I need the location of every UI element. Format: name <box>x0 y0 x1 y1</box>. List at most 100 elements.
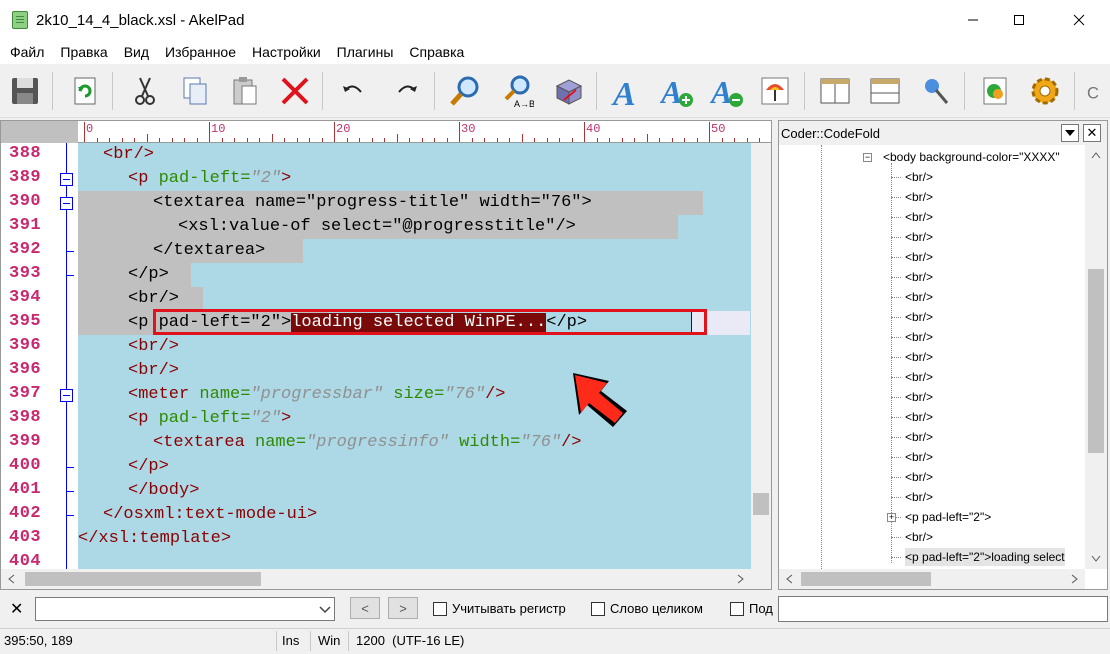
tree-node[interactable]: <br/> <box>905 348 933 366</box>
fold-toggle[interactable] <box>60 173 73 186</box>
fold-tree[interactable]: − <body background-color="XXXX" <br/> <br/>… <box>779 145 1085 569</box>
scroll-up-icon <box>1091 152 1101 159</box>
delete-button[interactable] <box>276 72 314 110</box>
goto-button[interactable] <box>550 72 588 110</box>
code-editor[interactable]: 0 10 20 30 40 50 388 389 390 391 392 393 394 395 396 3… <box>0 120 772 590</box>
redo-button[interactable] <box>388 72 426 110</box>
tree-node-body[interactable]: <body background-color="XXXX" <box>883 148 1060 166</box>
more-button[interactable]: C <box>1082 72 1110 110</box>
tree-expand-toggle[interactable]: + <box>887 513 896 522</box>
ruler-tick <box>484 138 485 142</box>
menu-view[interactable]: Вид <box>116 41 157 63</box>
code-line: </p> <box>128 263 169 287</box>
split-window-button[interactable] <box>816 72 854 110</box>
tree-node[interactable]: <br/> <box>905 488 933 506</box>
ruler-tick <box>321 138 323 142</box>
tree-node[interactable]: <br/> <box>905 188 933 206</box>
editor-hscroll-thumb[interactable] <box>25 572 261 586</box>
close-button[interactable] <box>1056 0 1102 40</box>
plugin-button[interactable] <box>976 72 1014 110</box>
tree-node[interactable]: <br/> <box>905 228 933 246</box>
panel-vertical-scrollbar[interactable] <box>1085 145 1107 569</box>
tree-node[interactable]: <br/> <box>905 468 933 486</box>
tree-node[interactable]: <br/> <box>905 288 933 306</box>
paste-button[interactable] <box>226 72 264 110</box>
code-token: "76" <box>444 385 486 404</box>
tree-node[interactable]: <br/> <box>905 168 933 186</box>
panel-menu-button[interactable] <box>1061 124 1079 142</box>
editor-vertical-scrollbar[interactable] <box>751 143 771 589</box>
cut-button[interactable] <box>126 72 164 110</box>
find-button[interactable] <box>446 72 484 110</box>
tree-collapse-toggle[interactable]: − <box>863 153 872 162</box>
checkbox-box[interactable] <box>730 601 744 616</box>
minimize-button[interactable] <box>950 0 996 40</box>
tree-node[interactable]: <p pad-left="2">loading select <box>905 548 1065 566</box>
font-decrease-icon: A <box>710 74 743 108</box>
menu-edit[interactable]: Правка <box>52 41 115 63</box>
tree-guide-dash <box>891 377 901 378</box>
tree-node[interactable]: <br/> <box>905 428 933 446</box>
find-prev-button[interactable]: < <box>350 597 380 619</box>
code-token: > <box>281 409 292 428</box>
editor-vscroll-thumb[interactable] <box>753 493 769 515</box>
tree-node[interactable]: <p pad-left="2"> <box>905 508 991 526</box>
find-input[interactable] <box>35 597 335 621</box>
find-icon <box>450 76 479 106</box>
font-decrease-button[interactable]: A <box>708 72 746 110</box>
tree-node[interactable]: <br/> <box>905 528 933 546</box>
panel-hscroll-thumb[interactable] <box>801 572 931 586</box>
settings-button[interactable] <box>1026 72 1064 110</box>
panel-close-button[interactable]: ✕ <box>1083 124 1101 142</box>
reload-button[interactable] <box>66 72 104 110</box>
panel-horizontal-scrollbar[interactable] <box>779 569 1085 589</box>
font-increase-button[interactable]: A <box>658 72 696 110</box>
tree-node[interactable]: <br/> <box>905 308 933 326</box>
chevron-down-icon[interactable] <box>318 602 332 616</box>
pin-button[interactable] <box>916 72 954 110</box>
code-area[interactable]: <br/> <p pad-left="2"> <textarea name="pro… <box>78 143 750 573</box>
fold-toggle[interactable] <box>60 389 73 402</box>
menu-file[interactable]: Файл <box>2 41 52 63</box>
fold-toggle[interactable] <box>60 197 73 210</box>
find-close-icon[interactable]: ✕ <box>10 599 23 619</box>
font-button[interactable]: A <box>608 72 646 110</box>
copy-button[interactable] <box>176 72 214 110</box>
checkbox-box[interactable] <box>591 601 605 616</box>
find-next-button[interactable]: > <box>388 597 418 619</box>
undo-button[interactable] <box>334 72 372 110</box>
encoding[interactable]: 1200 (UTF-16 LE) <box>356 633 464 648</box>
panel-vscroll-thumb[interactable] <box>1088 269 1104 453</box>
insert-mode[interactable]: Ins <box>282 633 299 648</box>
split-horizontal-button[interactable] <box>866 72 904 110</box>
tree-node[interactable]: <br/> <box>905 388 933 406</box>
save-button[interactable] <box>6 72 44 110</box>
menu-plugins[interactable]: Плагины <box>329 41 402 63</box>
next-option-checkbox[interactable]: Под <box>730 601 773 616</box>
editor-horizontal-scrollbar[interactable] <box>1 569 751 589</box>
code-token: "2" <box>250 169 282 188</box>
match-case-checkbox[interactable]: Учитывать регистр <box>433 601 566 616</box>
checkbox-box[interactable] <box>433 601 447 616</box>
tree-node[interactable]: <br/> <box>905 368 933 386</box>
whole-word-checkbox[interactable]: Слово целиком <box>591 601 703 616</box>
tree-node[interactable]: <br/> <box>905 408 933 426</box>
tree-node[interactable]: <br/> <box>905 208 933 226</box>
menu-help[interactable]: Справка <box>401 41 472 63</box>
fold-end-marker <box>66 275 74 276</box>
svg-text:A: A <box>710 74 732 108</box>
tree-node[interactable]: <br/> <box>905 328 933 346</box>
code-token: <textarea name="progress-title" width="7… <box>153 193 592 212</box>
maximize-button[interactable] <box>996 0 1042 40</box>
line-ending[interactable]: Win <box>318 633 340 648</box>
ruler-tick <box>109 138 110 142</box>
tree-node[interactable]: <br/> <box>905 248 933 266</box>
replace-input[interactable] <box>778 596 1108 622</box>
menu-settings[interactable]: Настройки <box>244 41 329 63</box>
color-button[interactable] <box>756 72 794 110</box>
replace-button[interactable]: A→B <box>498 72 536 110</box>
tree-node[interactable]: <br/> <box>905 448 933 466</box>
tree-node[interactable]: <br/> <box>905 268 933 286</box>
code-line: <p pad-left="2"> <box>128 407 291 431</box>
menu-favorites[interactable]: Избранное <box>157 41 244 63</box>
